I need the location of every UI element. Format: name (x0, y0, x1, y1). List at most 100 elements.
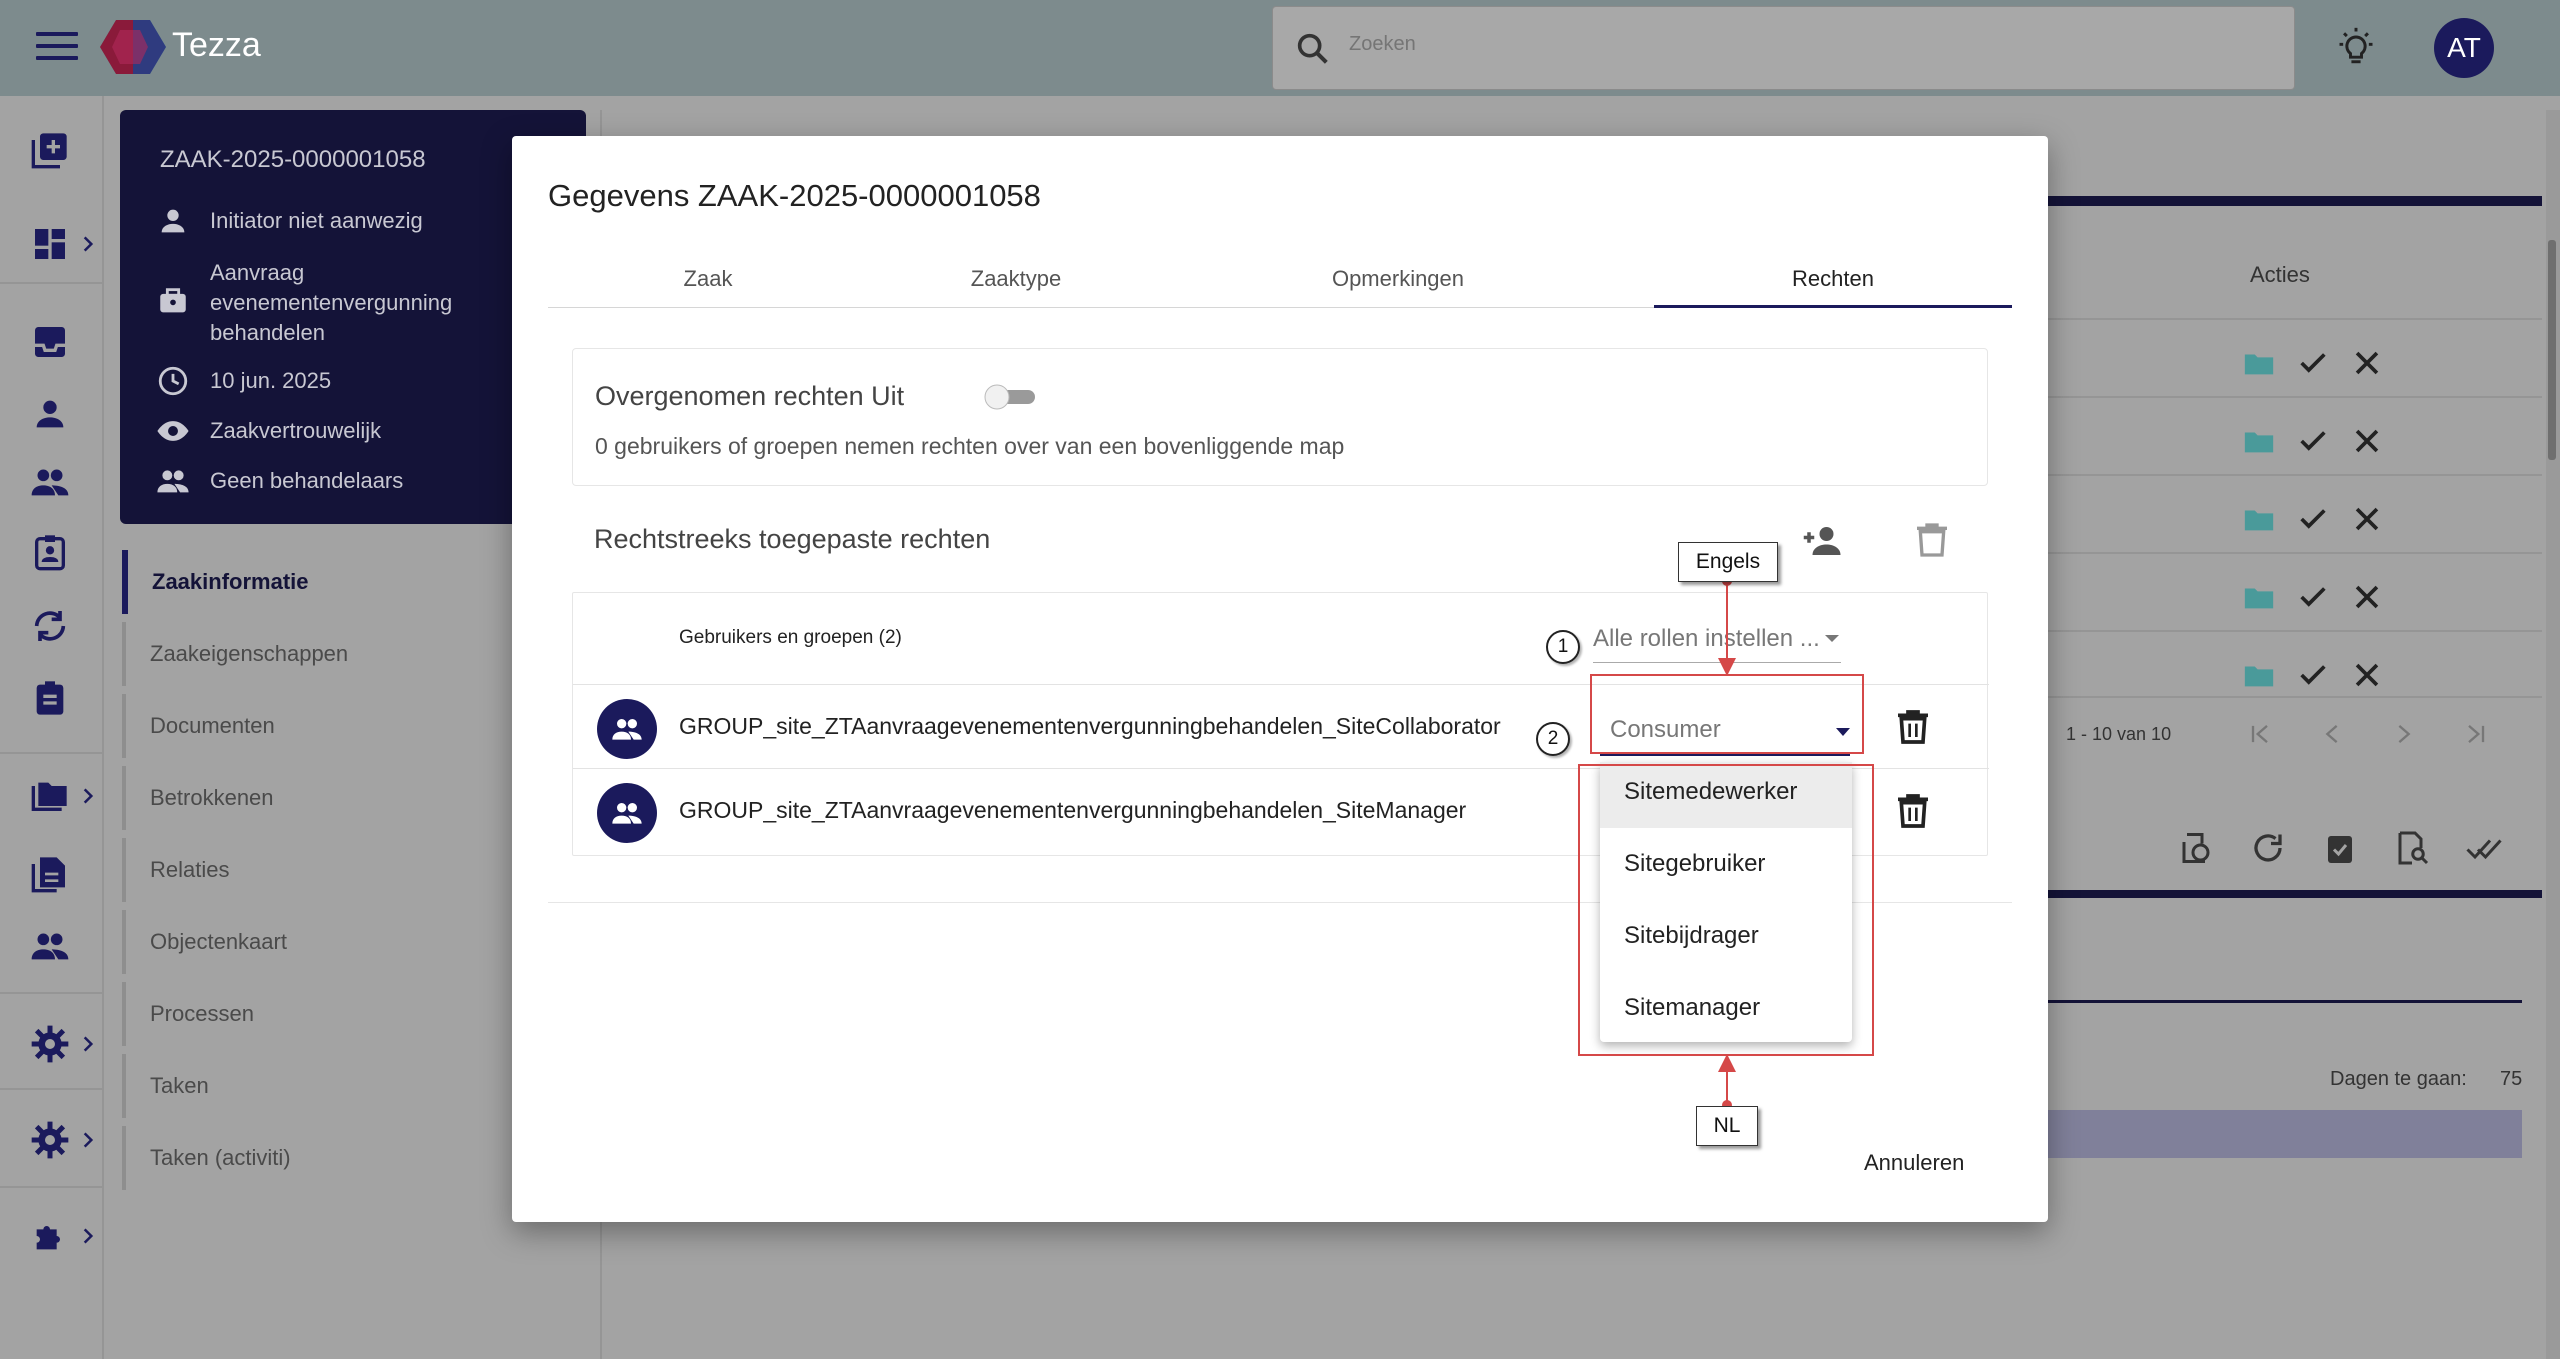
nav-betrokkenen[interactable]: Betrokkenen (122, 766, 562, 830)
search-bar[interactable] (1272, 6, 2295, 90)
inherit-toggle[interactable] (983, 383, 1039, 411)
inherited-rights-card: Overgenomen rechten Uit 0 gebruikers of … (572, 348, 1988, 486)
people-icon[interactable] (30, 462, 70, 502)
tab-zaaktype[interactable]: Zaaktype (848, 250, 1184, 308)
sync-icon[interactable] (30, 606, 70, 646)
nav-zaakeigenschappen[interactable]: Zaakeigenschappen (122, 622, 562, 686)
case-date-text: 10 jun. 2025 (210, 368, 332, 393)
table-divider (2046, 396, 2542, 398)
table-divider (2046, 474, 2542, 476)
next-page-icon[interactable] (2390, 720, 2418, 748)
close-icon[interactable] (2350, 424, 2384, 458)
chevron-right-icon[interactable] (78, 786, 98, 806)
group-icon (612, 719, 642, 740)
check-icon[interactable] (2296, 580, 2330, 614)
annotation-arrow-up (1718, 1054, 1736, 1072)
pager-range: 1 - 10 van 10 (2066, 724, 2172, 744)
check-icon[interactable] (2296, 424, 2330, 458)
section-bar (2046, 890, 2542, 898)
documents-icon[interactable] (30, 854, 70, 894)
clock-icon (158, 366, 188, 396)
case-date: 10 jun. 2025 (156, 366, 331, 398)
person-add-icon[interactable] (1802, 520, 1844, 562)
modal-tabs: Zaak Zaaktype Opmerkingen Rechten (548, 250, 2012, 308)
nav-taken-activiti[interactable]: Taken (activiti) (122, 1126, 562, 1190)
case-handlers: Geen behandelaars (156, 466, 403, 498)
nav-relaties[interactable]: Relaties (122, 838, 562, 902)
tezza-logo (100, 20, 166, 74)
gear-icon[interactable] (30, 1120, 70, 1160)
menu-icon[interactable] (36, 32, 78, 66)
find-in-page-icon[interactable] (2394, 830, 2430, 866)
folder-icon[interactable] (2242, 424, 2276, 458)
done-all-icon[interactable] (2466, 830, 2502, 866)
trash-icon[interactable] (1912, 520, 1952, 560)
trash-icon[interactable] (1893, 791, 1933, 831)
tab-rechten[interactable]: Rechten (1654, 250, 2012, 308)
chevron-right-icon[interactable] (78, 1130, 98, 1150)
tab-opmerkingen[interactable]: Opmerkingen (1202, 250, 1594, 308)
chevron-right-icon[interactable] (78, 1226, 98, 1246)
chevron-right-icon[interactable] (78, 1034, 98, 1054)
close-icon[interactable] (2350, 580, 2384, 614)
case-handlers-text: Geen behandelaars (210, 468, 404, 493)
last-page-icon[interactable] (2462, 720, 2490, 748)
scrollbar-thumb[interactable] (2548, 240, 2556, 460)
search-input[interactable] (1349, 33, 2249, 56)
acties-header: Acties (2250, 262, 2310, 287)
history-icon[interactable] (2178, 830, 2214, 866)
nav-documenten[interactable]: Documenten (122, 694, 562, 758)
dashboard-icon[interactable] (30, 224, 70, 264)
folder-icon[interactable] (2242, 346, 2276, 380)
group-avatar (597, 699, 657, 759)
check-icon[interactable] (2296, 346, 2330, 380)
inherited-rights-description: 0 gebruikers of groepen nemen rechten ov… (595, 433, 1345, 459)
refresh-icon[interactable] (2250, 830, 2286, 866)
prev-page-icon[interactable] (2318, 720, 2346, 748)
chevron-right-icon[interactable] (78, 234, 98, 254)
nav-objectenkaart[interactable]: Objectenkaart (122, 910, 562, 974)
inherited-rights-title: Overgenomen rechten Uit (595, 381, 905, 411)
gear-icon[interactable] (30, 1024, 70, 1064)
nav-processen[interactable]: Processen (122, 982, 562, 1046)
left-rail (0, 96, 104, 1359)
check-icon[interactable] (2296, 502, 2330, 536)
add-case-icon[interactable] (30, 130, 70, 170)
case-zaaktype-text: Aanvraag evenementenvergunning behandele… (210, 260, 453, 345)
puzzle-icon[interactable] (30, 1216, 70, 1256)
step-marker-1: 1 (1546, 630, 1580, 664)
close-icon[interactable] (2350, 658, 2384, 692)
folder-icon[interactable] (2242, 502, 2276, 536)
tab-zaak[interactable]: Zaak (548, 250, 868, 308)
rail-divider (0, 992, 104, 994)
people-icon[interactable] (30, 926, 70, 966)
assignment-ind-icon[interactable] (30, 532, 70, 572)
trash-icon[interactable] (1893, 707, 1933, 747)
nav-zaakinformatie[interactable]: Zaakinformatie (122, 550, 562, 614)
table-divider (2046, 552, 2542, 554)
rail-divider (0, 282, 104, 284)
case-id: ZAAK-2025-0000001058 (160, 146, 426, 173)
check-icon[interactable] (2296, 658, 2330, 692)
nav-taken[interactable]: Taken (122, 1054, 562, 1118)
cancel-button[interactable]: Annuleren (1864, 1150, 1964, 1176)
case-zaaktype: Aanvraag evenementenvergunning behandele… (156, 258, 556, 348)
user-avatar[interactable]: AT (2434, 18, 2494, 78)
close-icon[interactable] (2350, 502, 2384, 536)
person-icon[interactable] (30, 394, 70, 434)
clipboard-icon[interactable] (30, 678, 70, 718)
annotation-box-options (1578, 764, 1874, 1056)
inbox-icon[interactable] (30, 322, 70, 362)
first-page-icon[interactable] (2246, 720, 2274, 748)
rail-divider (0, 752, 104, 754)
folder-icon[interactable] (2242, 658, 2276, 692)
close-icon[interactable] (2350, 346, 2384, 380)
caret-down-icon (1825, 635, 1839, 642)
assignment-done-icon[interactable] (2322, 830, 2358, 866)
column-users-groups: Gebruikers en groepen (2) (679, 627, 902, 648)
table-divider (2046, 630, 2542, 632)
all-roles-select[interactable]: Alle rollen instellen ... (1593, 615, 1841, 663)
folders-icon[interactable] (30, 776, 70, 816)
folder-icon[interactable] (2242, 580, 2276, 614)
lightbulb-icon[interactable] (2334, 26, 2378, 70)
